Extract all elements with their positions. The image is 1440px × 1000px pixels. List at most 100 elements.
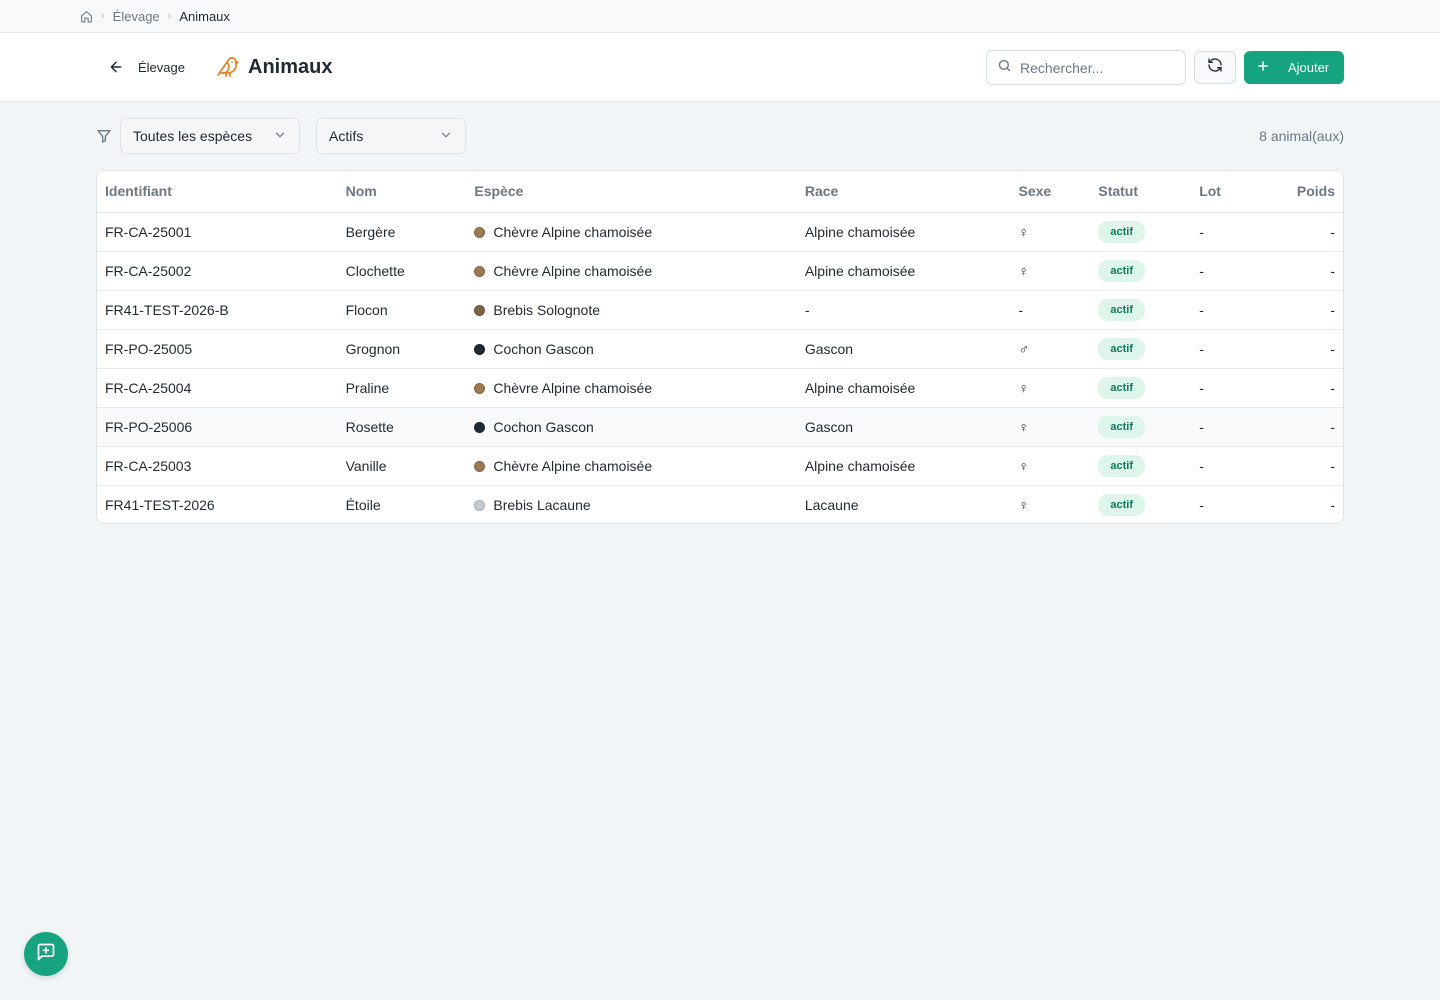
cell-poids: - (1330, 262, 1335, 279)
cell-espece: Chèvre Alpine chamoisée (466, 212, 796, 251)
cell-identifiant: FR-CA-25004 (105, 379, 192, 396)
search-input[interactable] (1020, 59, 1170, 76)
cell-race: - (804, 301, 810, 318)
status-badge: actif (1098, 454, 1145, 477)
species-label: Chèvre Alpine chamoisée (493, 457, 653, 474)
search-box[interactable] (986, 50, 1186, 85)
status-filter-select[interactable]: Actifs (316, 118, 466, 154)
column-header-lot[interactable]: Lot (1191, 171, 1252, 213)
column-header-nom[interactable]: Nom (337, 171, 467, 213)
arrow-left-icon (108, 59, 124, 75)
cell-race: Alpine chamoisée (804, 457, 916, 474)
cell-poids: - (1330, 418, 1335, 435)
table-row[interactable]: FR-CA-25003 Vanille Chèvre Alpine chamoisé… (97, 446, 1343, 485)
species-label: Brebis Lacaune (493, 496, 591, 513)
add-animal-button[interactable]: Ajouter (1244, 51, 1344, 84)
species-label: Cochon Gascon (493, 340, 594, 357)
species-label: Chèvre Alpine chamoisée (493, 262, 653, 279)
home-icon[interactable] (80, 10, 93, 23)
cell-nom: Flocon (345, 301, 388, 318)
status-badge: actif (1098, 415, 1145, 438)
page-title: Animaux (248, 55, 333, 78)
cell-nom: Praline (345, 379, 390, 396)
plus-icon (1256, 59, 1270, 76)
refresh-button[interactable] (1194, 51, 1236, 84)
species-color-dot (474, 265, 486, 277)
cell-sexe: ♀ (1018, 379, 1029, 396)
species-color-dot (474, 460, 486, 472)
cell-race: Alpine chamoisée (804, 379, 916, 396)
cell-nom: Rosette (345, 418, 394, 435)
column-header-poids[interactable]: Poids (1251, 171, 1343, 213)
breadcrumb: › Élevage › Animaux (0, 0, 1440, 33)
chevron-down-icon (439, 128, 453, 145)
cell-identifiant: FR41-TEST-2026-B (105, 301, 229, 318)
cell-espece: Chèvre Alpine chamoisée (466, 368, 796, 407)
cell-lot: - (1199, 340, 1204, 357)
cell-identifiant: FR-PO-25005 (105, 340, 193, 357)
table-row[interactable]: FR-PO-25005 Grognon Cochon Gascon Gascon ♂ ac… (97, 329, 1343, 368)
cell-poids: - (1330, 379, 1335, 396)
cell-statut: actif (1090, 212, 1191, 251)
page-header: Élevage Animaux Ajouter (0, 33, 1440, 102)
result-count: 8 animal(aux) (1259, 128, 1344, 144)
cell-sexe: ♂ (1018, 340, 1029, 357)
cell-statut: actif (1090, 290, 1191, 329)
cell-identifiant: FR-CA-25001 (105, 223, 192, 240)
cell-identifiant: FR-CA-25003 (105, 457, 192, 474)
species-label: Chèvre Alpine chamoisée (493, 223, 653, 240)
cell-statut: actif (1090, 446, 1191, 485)
species-color-dot (474, 226, 486, 238)
chevron-right-icon: › (167, 10, 172, 22)
breadcrumb-item-elevage[interactable]: Élevage (113, 9, 160, 24)
cell-poids: - (1330, 496, 1335, 513)
column-header-race[interactable]: Race (796, 171, 1011, 213)
cell-nom: Clochette (345, 262, 405, 279)
cell-lot: - (1199, 379, 1204, 396)
cell-sexe: ♀ (1018, 496, 1029, 513)
cell-race: Lacaune (804, 496, 859, 513)
cell-lot: - (1199, 418, 1204, 435)
breadcrumb-item-animaux: Animaux (179, 8, 230, 24)
cell-statut: actif (1090, 251, 1191, 290)
species-filter-value: Toutes les espèces (133, 128, 253, 144)
cell-nom: Bergère (345, 223, 396, 240)
add-button-label: Ajouter (1288, 60, 1330, 75)
cell-poids: - (1330, 301, 1335, 318)
status-filter-value: Actifs (329, 128, 364, 144)
status-badge: actif (1098, 259, 1145, 282)
search-icon (997, 58, 1012, 78)
table-row[interactable]: FR-CA-25004 Praline Chèvre Alpine chamoisé… (97, 368, 1343, 407)
column-header-sexe[interactable]: Sexe (1010, 171, 1091, 213)
bird-icon (216, 55, 240, 79)
column-header-identifiant[interactable]: Identifiant (97, 171, 338, 213)
species-filter-select[interactable]: Toutes les espèces (120, 118, 300, 154)
species-color-dot (474, 343, 486, 355)
back-button-label: Élevage (138, 59, 185, 75)
cell-race: Gascon (804, 418, 854, 435)
table-header-row: Identifiant Nom Espèce Race Sexe Statut … (97, 171, 1343, 213)
column-header-statut[interactable]: Statut (1090, 171, 1192, 213)
status-badge: actif (1098, 493, 1145, 516)
cell-identifiant: FR-PO-25006 (105, 418, 193, 435)
cell-statut: actif (1090, 368, 1191, 407)
cell-espece: Chèvre Alpine chamoisée (466, 446, 796, 485)
back-button[interactable]: Élevage (104, 51, 189, 83)
table-row[interactable]: FR-PO-25006 Rosette Cochon Gascon Gascon ♀ ac… (97, 407, 1343, 446)
table-row[interactable]: FR41-TEST-2026-B Flocon Brebis Solognote - -… (97, 290, 1343, 329)
cell-sexe: ♀ (1018, 457, 1029, 474)
species-color-dot (474, 421, 486, 433)
table-row[interactable]: FR-CA-25002 Clochette Chèvre Alpine chamoi… (97, 251, 1343, 290)
table-row[interactable]: FR-CA-25001 Bergère Chèvre Alpine chamoisé… (97, 212, 1343, 251)
column-header-espece[interactable]: Espèce (466, 171, 797, 213)
cell-identifiant: FR-CA-25002 (105, 262, 192, 279)
refresh-icon (1207, 57, 1223, 78)
cell-espece: Cochon Gascon (466, 329, 796, 368)
animals-table-card: Identifiant Nom Espèce Race Sexe Statut … (96, 170, 1344, 524)
species-label: Brebis Solognote (493, 301, 601, 318)
feedback-chat-button[interactable] (24, 932, 68, 976)
table-row[interactable]: FR41-TEST-2026 Étoile Brebis Lacaune Lacaun… (97, 485, 1343, 523)
cell-espece: Brebis Solognote (466, 290, 796, 329)
cell-sexe: - (1018, 301, 1024, 318)
cell-espece: Cochon Gascon (466, 407, 796, 446)
